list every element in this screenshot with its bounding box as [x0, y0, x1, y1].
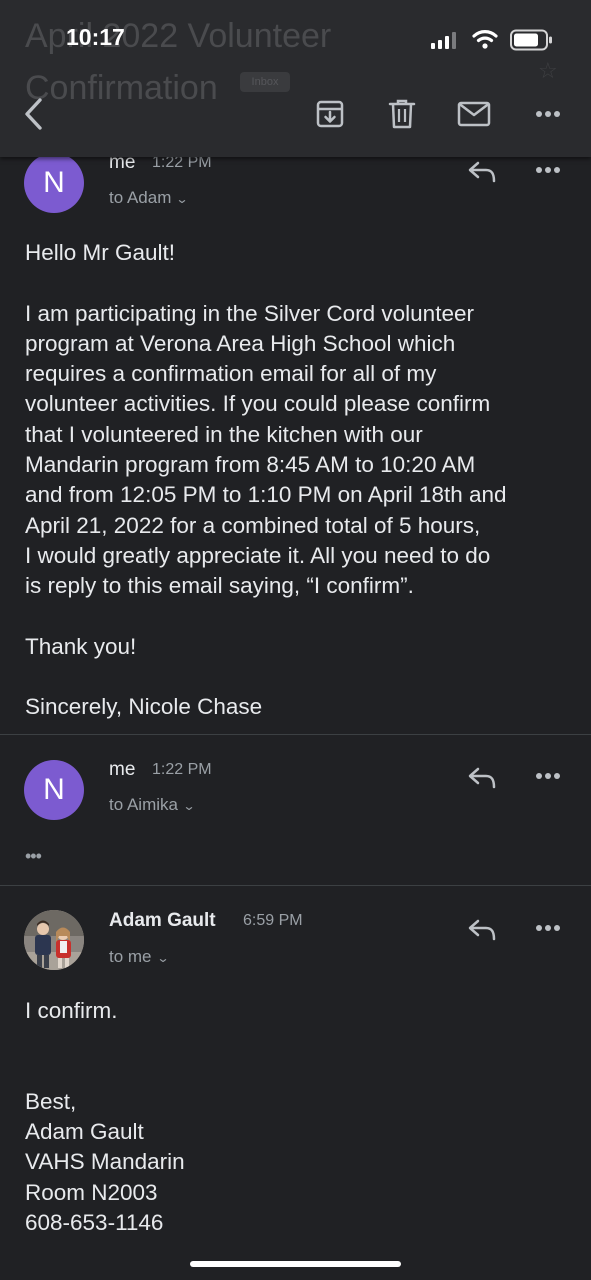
body-line: Hello Mr Gault!: [25, 240, 176, 265]
message-divider: [0, 734, 591, 735]
battery-icon: [510, 29, 552, 51]
avatar[interactable]: N: [24, 760, 84, 820]
more-horizontal-icon: [536, 111, 560, 117]
body-line: [25, 602, 570, 632]
body-line: [25, 1057, 570, 1087]
signal-icon: [431, 32, 456, 49]
chevron-down-icon: ⌄: [182, 799, 196, 813]
sender-name: Adam Gault: [109, 910, 216, 931]
body-line: Thank you!: [25, 633, 137, 659]
chevron-down-icon: ⌄: [156, 951, 170, 965]
message-time: 6:59 PM: [243, 912, 303, 929]
more-horizontal-icon: •••: [25, 846, 42, 866]
recipient-label: to Adam: [109, 188, 172, 207]
more-horizontal-icon: [536, 773, 560, 779]
body-line: [25, 268, 570, 298]
body-line: Sincerely, Nicole Chase: [25, 694, 263, 720]
body-line: and from 12:05 PM to 1:10 PM on April 18…: [25, 482, 507, 508]
message-body: I confirm. Best, Adam Gault VAHS Mandari…: [25, 996, 570, 1238]
recipient-toggle[interactable]: to Aimika ⌄: [109, 795, 196, 815]
body-line: 608-653-1146: [25, 1210, 164, 1236]
body-line: requires a confirmation email for all of…: [25, 361, 437, 387]
message-body: Hello Mr Gault! I am participating in th…: [25, 238, 570, 723]
more-horizontal-icon: [536, 925, 560, 931]
profile-photo: [24, 910, 84, 970]
trash-icon: [388, 99, 416, 129]
body-line: April 21, 2022 for a combined total of 5…: [25, 512, 481, 538]
message-divider: [0, 885, 591, 886]
top-bar: April 2022 Volunteer Confirmation Inbox …: [0, 0, 591, 157]
status-bar-icons: [430, 28, 555, 52]
body-line: I confirm.: [25, 998, 118, 1023]
wifi-icon: [472, 30, 498, 49]
message-more-button[interactable]: [526, 756, 570, 796]
body-line: Adam Gault: [25, 1119, 144, 1145]
mail-icon: [457, 101, 491, 127]
body-line: I would greatly appreciate it. All you n…: [25, 542, 491, 568]
body-line: is reply to this email saying, “I confir…: [25, 573, 414, 599]
star-icon[interactable]: ☆: [538, 58, 558, 84]
recipient-toggle[interactable]: to me ⌄: [109, 947, 170, 967]
body-line: [25, 662, 570, 692]
chevron-left-icon: [25, 98, 42, 130]
message-time: 1:22 PM: [152, 761, 212, 778]
avatar-letter: N: [43, 773, 65, 806]
body-line: [25, 1026, 570, 1056]
body-line: program at Verona Area High School which: [25, 330, 456, 356]
message-more-button[interactable]: [526, 908, 570, 948]
archive-button[interactable]: [310, 94, 350, 134]
more-horizontal-icon: [536, 167, 560, 173]
show-quoted-text-button[interactable]: •••: [25, 846, 55, 868]
archive-icon: [316, 100, 344, 128]
recipient-label: to Aimika: [109, 795, 178, 814]
back-button[interactable]: [14, 94, 54, 134]
body-line: Mandarin program from 8:45 AM to 10:20 A…: [25, 452, 476, 478]
avatar[interactable]: N: [24, 153, 84, 213]
recipient-label: to me: [109, 947, 152, 966]
body-line: that I volunteered in the kitchen with o…: [25, 421, 423, 447]
reply-button[interactable]: [460, 910, 504, 950]
reply-icon: [468, 767, 496, 789]
avatar[interactable]: [24, 910, 84, 970]
reply-icon: [468, 919, 496, 941]
delete-button[interactable]: [382, 94, 422, 134]
inbox-label-badge[interactable]: Inbox: [240, 72, 290, 92]
mark-unread-button[interactable]: [454, 94, 494, 134]
home-indicator[interactable]: [190, 1261, 401, 1267]
body-line: Room N2003: [25, 1179, 158, 1205]
reply-button[interactable]: [460, 758, 504, 798]
chevron-down-icon: ⌄: [175, 192, 189, 206]
sender-name: me: [109, 759, 136, 780]
reply-button[interactable]: [460, 152, 504, 192]
body-line: Best,: [25, 1088, 77, 1114]
recipient-toggle[interactable]: to Adam ⌄: [109, 188, 189, 208]
avatar-letter: N: [43, 166, 65, 199]
status-bar-time: 10:17: [66, 24, 125, 50]
more-options-button[interactable]: [528, 94, 568, 134]
body-line: volunteer activities. If you could pleas…: [25, 391, 491, 417]
body-line: I am participating in the Silver Cord vo…: [25, 300, 474, 326]
body-line: VAHS Mandarin: [25, 1149, 185, 1175]
reply-icon: [468, 161, 496, 183]
